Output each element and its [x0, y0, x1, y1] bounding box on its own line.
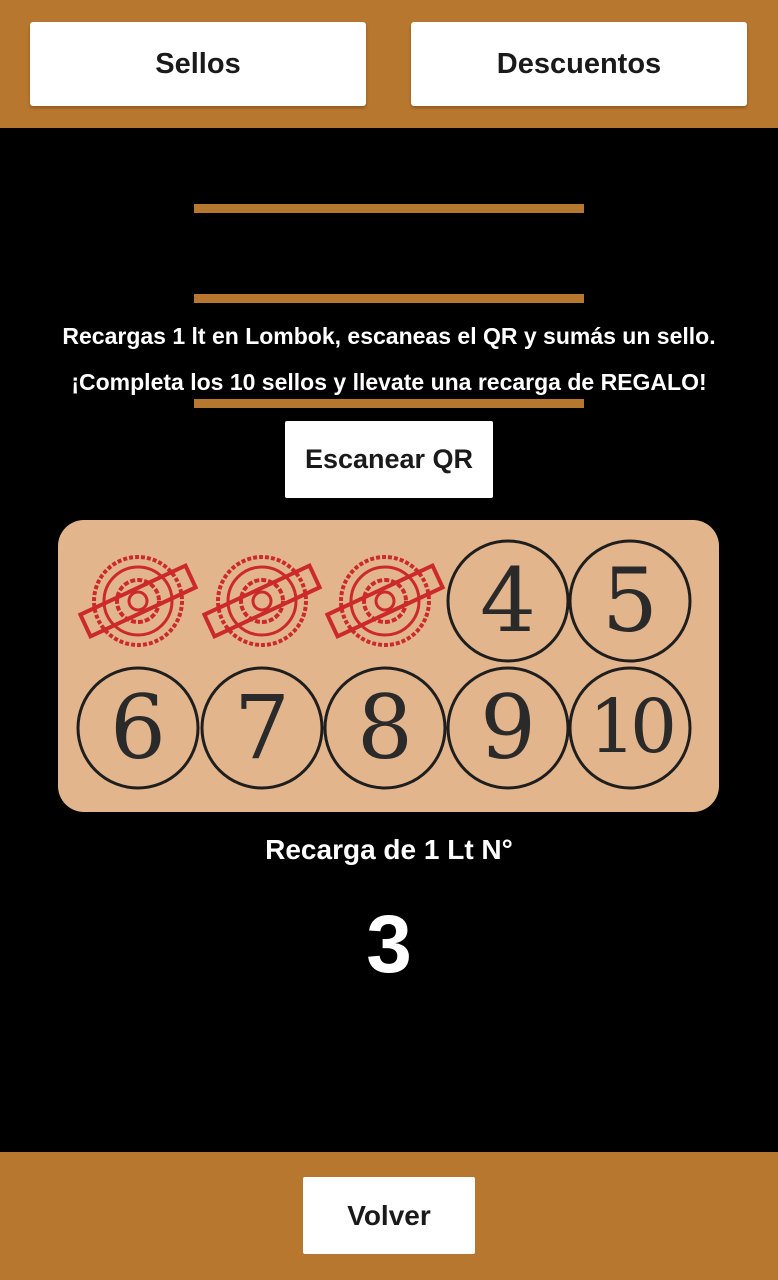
info-text-line1: Recargas 1 lt en Lombok, escaneas el QR … — [62, 323, 716, 349]
tab-descuentos[interactable]: Descuentos — [411, 22, 747, 106]
tab-sellos[interactable]: Sellos — [30, 22, 366, 106]
recarga-count: 3 — [366, 899, 412, 990]
stamp-number: 4 — [480, 549, 536, 652]
stamp-slot-5: 5 — [568, 539, 692, 663]
recarga-label: Recarga de 1 Lt N° — [265, 834, 513, 865]
stamp-slot-1 — [77, 555, 199, 647]
stamp-slot-4: 4 — [446, 539, 570, 663]
stamp-slot-7: 7 — [200, 666, 324, 790]
stamp-slot-6: 6 — [76, 666, 200, 790]
stamp-slot-10: 10 — [568, 666, 692, 790]
divider-line-top — [194, 204, 584, 213]
stamp-number: 10 — [589, 684, 673, 770]
stamp-mark-icon — [324, 555, 446, 647]
divider-line-bottom — [194, 399, 584, 408]
stamp-number: 9 — [480, 676, 536, 779]
bottom-bar: Volver — [0, 1152, 778, 1280]
stamp-mark-icon — [77, 555, 199, 647]
stamp-number: 6 — [110, 676, 166, 779]
stamp-number: 8 — [357, 676, 413, 779]
stamp-number: 7 — [234, 676, 290, 779]
stamp-slot-2 — [201, 555, 323, 647]
divider-line-middle — [194, 294, 584, 303]
stamp-slot-9: 9 — [446, 666, 570, 790]
stamp-grid: 4 5 6 7 8 9 10 — [76, 539, 692, 790]
stamp-card: 4 5 6 7 8 9 10 — [58, 520, 719, 812]
stamp-number: 5 — [602, 549, 658, 652]
stamp-mark-icon — [201, 555, 323, 647]
stamp-slot-8: 8 — [323, 666, 447, 790]
stamp-slot-3 — [324, 555, 446, 647]
top-bar: Sellos Descuentos — [0, 0, 778, 128]
scan-qr-button[interactable]: Escanear QR — [285, 421, 493, 498]
info-text-line2: ¡Completa los 10 sellos y llevate una re… — [71, 369, 707, 395]
back-button[interactable]: Volver — [303, 1177, 475, 1254]
